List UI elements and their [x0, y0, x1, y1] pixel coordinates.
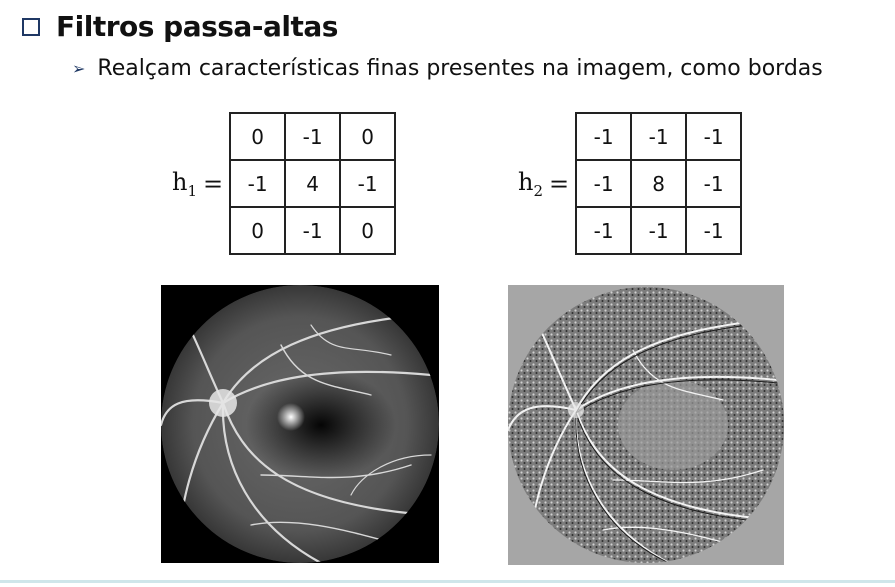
matrix-cell: 4: [284, 159, 342, 208]
matrix-cell: -1: [339, 159, 397, 208]
matrix-cell: -1: [575, 112, 633, 161]
matrix-cell: -1: [630, 206, 688, 255]
matrix-cell: -1: [229, 159, 287, 208]
retina-highpass-graphic: [508, 285, 784, 565]
matrix-cell: 0: [339, 206, 397, 255]
matrix-cell: 0: [229, 206, 287, 255]
matrix-cell: -1: [575, 206, 633, 255]
slide-title: Filtros passa-altas: [56, 9, 338, 43]
kernel-h2-matrix: -1 -1 -1 -1 8 -1 -1 -1 -1: [575, 112, 743, 255]
matrix-cell: -1: [575, 159, 633, 208]
kernel-h1-label: h1: [172, 167, 198, 200]
arrow-bullet-icon: ➢: [72, 60, 86, 78]
slide-heading: Filtros passa-altas: [22, 6, 338, 46]
matrix-cell: -1: [685, 159, 743, 208]
kernel-h2: h2 = -1 -1 -1 -1 8 -1 -1 -1 -1: [518, 112, 743, 255]
matrix-cell: -1: [284, 206, 342, 255]
equals-sign: =: [203, 169, 224, 198]
matrix-cell: -1: [284, 112, 342, 161]
matrix-cell: -1: [685, 112, 743, 161]
retina-original-image: [161, 285, 439, 563]
bullet-text: Realçam características finas presentes …: [97, 56, 823, 81]
retina-original-graphic: [161, 285, 439, 563]
equals-sign: =: [549, 169, 570, 198]
checkbox-bullet-icon: [22, 18, 40, 36]
kernel-h1-matrix: 0 -1 0 -1 4 -1 0 -1 0: [229, 112, 397, 255]
bullet-point: ➢ Realçam características finas presente…: [72, 56, 823, 81]
matrix-cell: -1: [630, 112, 688, 161]
matrix-cell: 8: [630, 159, 688, 208]
kernel-h2-label: h2: [518, 167, 544, 200]
matrix-cell: 0: [229, 112, 287, 161]
matrix-cell: -1: [685, 206, 743, 255]
retina-highpass-image: [508, 285, 784, 565]
slide-footer-line: [0, 580, 895, 583]
matrix-cell: 0: [339, 112, 397, 161]
kernel-h1: h1 = 0 -1 0 -1 4 -1 0 -1 0: [172, 112, 397, 255]
